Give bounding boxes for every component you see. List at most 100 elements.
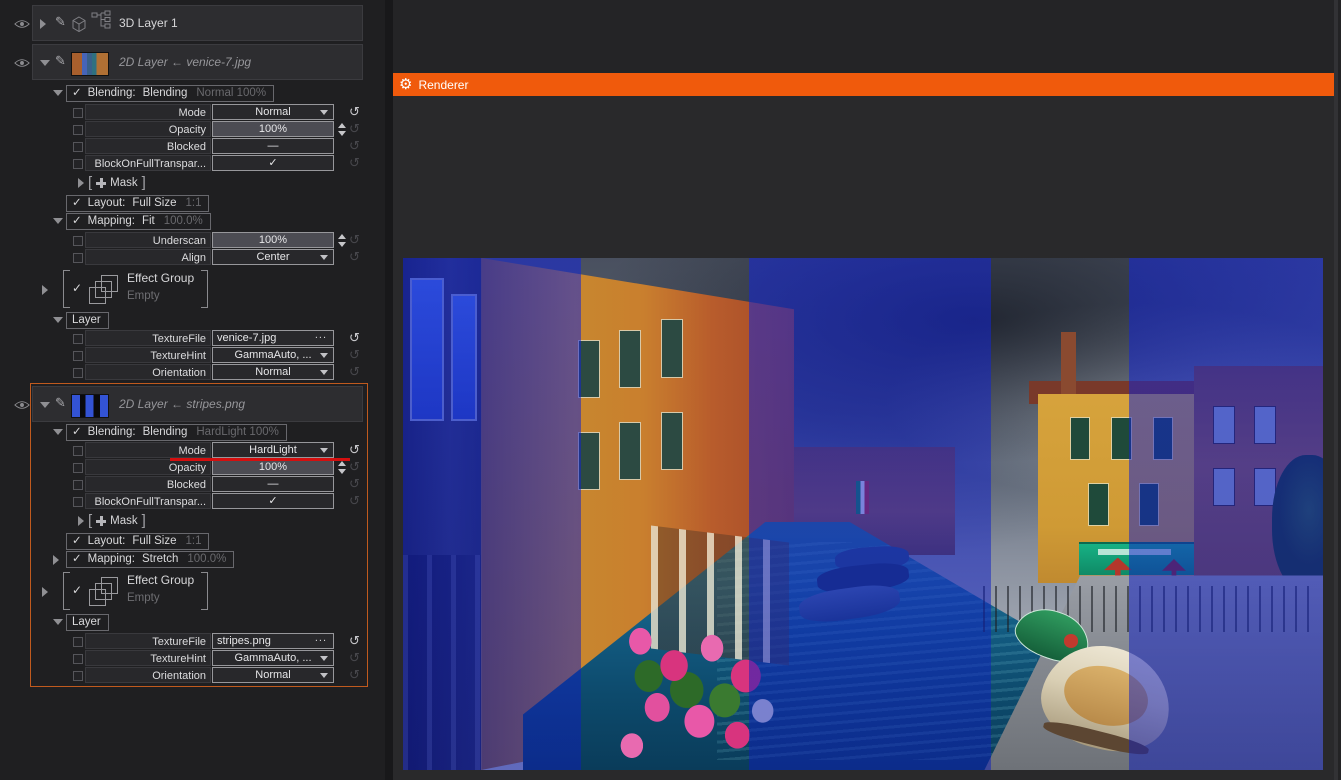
effect-group-checkmark[interactable]: ✓: [72, 281, 82, 295]
add-mask-plus-icon[interactable]: [96, 178, 106, 188]
collapse-triangle-icon[interactable]: [53, 429, 63, 435]
blending-section-header[interactable]: ✓Blending:BlendingHardLight 100%: [66, 424, 287, 441]
edit-pencil-icon[interactable]: ✎: [55, 395, 66, 411]
expand-triangle-icon[interactable]: [78, 178, 84, 188]
property-checkbox[interactable]: [73, 108, 83, 118]
blockonfull-checkbox-field[interactable]: ✓: [212, 155, 334, 171]
expand-triangle-icon[interactable]: [42, 587, 48, 597]
orientation-dropdown[interactable]: Normal: [212, 667, 334, 683]
property-checkbox[interactable]: [73, 368, 83, 378]
reset-icon[interactable]: ↺: [349, 667, 360, 683]
layer-row-stripes[interactable]: ✎ 2D Layer ← stripes.png: [32, 386, 363, 422]
reset-icon[interactable]: ↺: [349, 650, 360, 666]
section-checkmark[interactable]: ✓: [72, 426, 82, 438]
property-checkbox[interactable]: [73, 654, 83, 664]
section-checkmark[interactable]: ✓: [72, 87, 82, 99]
edit-pencil-icon[interactable]: ✎: [55, 53, 66, 69]
renderer-viewport-image[interactable]: [403, 258, 1323, 770]
visibility-eye-icon[interactable]: [14, 58, 30, 68]
edit-pencil-icon[interactable]: ✎: [55, 14, 66, 30]
reset-icon[interactable]: ↺: [349, 633, 360, 649]
add-mask-plus-icon[interactable]: [96, 516, 106, 526]
mapping-section-header[interactable]: ✓Mapping:Stretch100.0%: [66, 551, 234, 568]
texturehint-dropdown[interactable]: GammaAuto, ...: [212, 347, 334, 363]
property-checkbox[interactable]: [73, 480, 83, 490]
opacity-field[interactable]: 100%: [212, 459, 334, 475]
reset-icon[interactable]: ↺: [349, 364, 360, 380]
opacity-field[interactable]: 100%: [212, 121, 334, 137]
texturefile-field[interactable]: stripes.png...: [212, 633, 334, 649]
collapse-triangle-icon[interactable]: [53, 218, 63, 224]
gear-icon[interactable]: ⚙: [399, 77, 412, 92]
reset-icon[interactable]: ↺: [349, 476, 360, 492]
spinner-arrows-icon[interactable]: [337, 123, 347, 136]
visibility-eye-icon[interactable]: [14, 19, 30, 29]
effect-group-row[interactable]: ✓ Effect Group Empty: [55, 268, 385, 310]
layer-section-header[interactable]: Layer: [66, 312, 109, 329]
collapse-triangle-icon[interactable]: [40, 60, 50, 66]
section-checkmark[interactable]: ✓: [72, 535, 82, 547]
collapse-triangle-icon[interactable]: [53, 317, 63, 323]
reset-icon[interactable]: ↺: [349, 104, 360, 120]
texturehint-dropdown[interactable]: GammaAuto, ...: [212, 650, 334, 666]
property-checkbox[interactable]: [73, 351, 83, 361]
property-checkbox[interactable]: [73, 497, 83, 507]
effect-group-checkmark[interactable]: ✓: [72, 583, 82, 597]
browse-ellipsis-button[interactable]: ...: [315, 328, 327, 343]
collapse-triangle-icon[interactable]: [53, 90, 63, 96]
layout-section-header[interactable]: ✓Layout:Full Size1:1: [66, 195, 209, 212]
expand-triangle-icon[interactable]: [78, 516, 84, 526]
reset-icon[interactable]: ↺: [349, 442, 360, 458]
browse-ellipsis-button[interactable]: ...: [315, 631, 327, 646]
collapse-triangle-icon[interactable]: [53, 619, 63, 625]
layer-row-venice[interactable]: ✎ 2D Layer ← venice-7.jpg: [32, 44, 363, 80]
panel-divider[interactable]: [385, 0, 393, 780]
property-checkbox[interactable]: [73, 236, 83, 246]
expand-triangle-icon[interactable]: [42, 285, 48, 295]
reset-icon[interactable]: ↺: [349, 121, 360, 137]
property-checkbox[interactable]: [73, 159, 83, 169]
align-dropdown[interactable]: Center: [212, 249, 334, 265]
blocked-field[interactable]: —: [212, 138, 334, 154]
expand-triangle-icon[interactable]: [53, 555, 59, 565]
orientation-dropdown[interactable]: Normal: [212, 364, 334, 380]
reset-icon[interactable]: ↺: [349, 249, 360, 265]
reset-icon[interactable]: ↺: [349, 138, 360, 154]
property-checkbox[interactable]: [73, 463, 83, 473]
reset-icon[interactable]: ↺: [349, 493, 360, 509]
section-checkmark[interactable]: ✓: [72, 215, 82, 227]
layout-section-header[interactable]: ✓Layout:Full Size1:1: [66, 533, 209, 550]
blending-section-header[interactable]: ✓Blending:BlendingNormal 100%: [66, 85, 274, 102]
collapse-triangle-icon[interactable]: [40, 402, 50, 408]
blocked-field[interactable]: —: [212, 476, 334, 492]
mask-row[interactable]: [ Mask ]: [78, 512, 367, 530]
expand-triangle-icon[interactable]: [40, 19, 46, 29]
property-checkbox[interactable]: [73, 671, 83, 681]
texturefile-field[interactable]: venice-7.jpg...: [212, 330, 334, 346]
reset-icon[interactable]: ↺: [349, 347, 360, 363]
property-checkbox[interactable]: [73, 142, 83, 152]
layer-section-header[interactable]: Layer: [66, 614, 109, 631]
mapping-section-header[interactable]: ✓Mapping:Fit100.0%: [66, 213, 211, 230]
mode-dropdown[interactable]: Normal: [212, 104, 334, 120]
spinner-arrows-icon[interactable]: [337, 461, 347, 474]
reset-icon[interactable]: ↺: [349, 459, 360, 475]
reset-icon[interactable]: ↺: [349, 232, 360, 248]
visibility-eye-icon[interactable]: [14, 400, 30, 410]
mode-dropdown[interactable]: HardLight: [212, 442, 334, 458]
property-checkbox[interactable]: [73, 125, 83, 135]
mask-row[interactable]: [ Mask ]: [78, 174, 385, 192]
property-checkbox[interactable]: [73, 446, 83, 456]
property-checkbox[interactable]: [73, 334, 83, 344]
underscan-field[interactable]: 100%: [212, 232, 334, 248]
property-checkbox[interactable]: [73, 253, 83, 263]
section-checkmark[interactable]: ✓: [72, 553, 82, 565]
spinner-arrows-icon[interactable]: [337, 234, 347, 247]
property-checkbox[interactable]: [73, 637, 83, 647]
reset-icon[interactable]: ↺: [349, 155, 360, 171]
blockonfull-checkbox-field[interactable]: ✓: [212, 493, 334, 509]
reset-icon[interactable]: ↺: [349, 330, 360, 346]
section-checkmark[interactable]: ✓: [72, 197, 82, 209]
layer-row-3d[interactable]: ✎ 3D Layer 1: [32, 5, 363, 41]
renderer-header[interactable]: ⚙ Renderer: [393, 73, 1334, 96]
